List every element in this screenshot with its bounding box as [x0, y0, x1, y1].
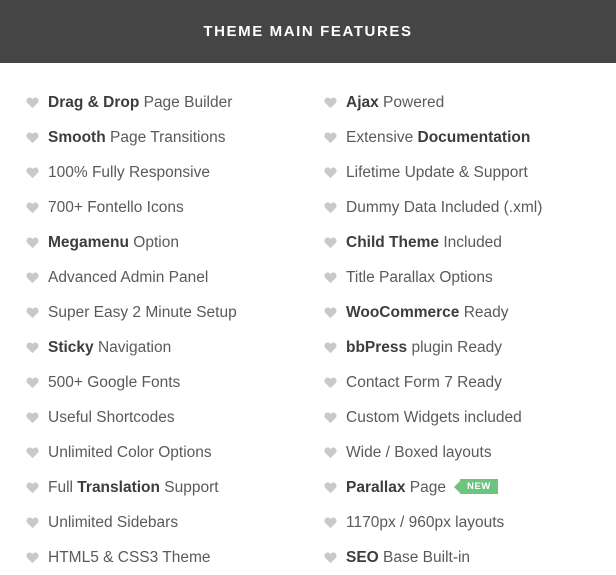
heart-icon	[26, 411, 39, 424]
heart-icon	[26, 96, 39, 109]
heart-icon	[26, 551, 39, 564]
feature-item: Megamenu Option	[26, 225, 302, 260]
feature-label: Extensive Documentation	[346, 128, 531, 146]
feature-item: Useful Shortcodes	[26, 400, 302, 435]
feature-item: Wide / Boxed layouts	[324, 435, 616, 470]
feature-label: bbPress plugin Ready	[346, 338, 502, 356]
features-columns: Drag & Drop Page Builder Smooth Page Tran…	[0, 63, 616, 575]
feature-item: Child Theme Included	[324, 225, 616, 260]
heart-icon	[324, 201, 337, 214]
feature-item: Dummy Data Included (.xml)	[324, 190, 616, 225]
feature-label: Unlimited Color Options	[48, 443, 212, 461]
feature-item: Ajax Powered	[324, 85, 616, 120]
feature-label: Ajax Powered	[346, 93, 445, 111]
feature-item: Lifetime Update & Support	[324, 155, 616, 190]
heart-icon	[26, 131, 39, 144]
heart-icon	[324, 131, 337, 144]
heart-icon	[324, 306, 337, 319]
heart-icon	[324, 236, 337, 249]
heart-icon	[26, 236, 39, 249]
feature-item: Title Parallax Options	[324, 260, 616, 295]
heart-icon	[324, 96, 337, 109]
feature-item: Custom Widgets included	[324, 400, 616, 435]
features-column-right: Ajax Powered Extensive Documentation Lifet…	[302, 85, 616, 575]
feature-label: Megamenu Option	[48, 233, 179, 251]
feature-label: Full Translation Support	[48, 478, 219, 496]
feature-item: Super Easy 2 Minute Setup	[26, 295, 302, 330]
heart-icon	[324, 376, 337, 389]
feature-item: Unlimited Color Options	[26, 435, 302, 470]
feature-item: Smooth Page Transitions	[26, 120, 302, 155]
feature-label: Advanced Admin Panel	[48, 268, 209, 286]
page-title: THEME MAIN FEATURES	[203, 23, 413, 40]
heart-icon	[26, 341, 39, 354]
heart-icon	[324, 446, 337, 459]
feature-label: Dummy Data Included (.xml)	[346, 198, 543, 216]
heart-icon	[26, 446, 39, 459]
features-column-left: Drag & Drop Page Builder Smooth Page Tran…	[0, 85, 302, 575]
theme-features-panel: THEME MAIN FEATURES Drag & Drop Page Bui…	[0, 0, 616, 565]
feature-label: Smooth Page Transitions	[48, 128, 226, 146]
feature-label: Wide / Boxed layouts	[346, 443, 492, 461]
heart-icon	[26, 201, 39, 214]
feature-item: HTML5 & CSS3 Theme	[26, 540, 302, 575]
heart-icon	[26, 166, 39, 179]
feature-label: Super Easy 2 Minute Setup	[48, 303, 237, 321]
feature-label: WooCommerce Ready	[346, 303, 509, 321]
heart-icon	[324, 341, 337, 354]
new-badge: NEW	[459, 478, 498, 495]
feature-label: Sticky Navigation	[48, 338, 172, 356]
heart-icon	[324, 271, 337, 284]
feature-item: SEO Base Built-in	[324, 540, 616, 575]
feature-item: bbPress plugin Ready	[324, 330, 616, 365]
feature-label: Contact Form 7 Ready	[346, 373, 502, 391]
feature-label: Parallax Page	[346, 478, 446, 496]
feature-item: 500+ Google Fonts	[26, 365, 302, 400]
heart-icon	[324, 481, 337, 494]
feature-label: 700+ Fontello Icons	[48, 198, 184, 216]
feature-item: Full Translation Support	[26, 470, 302, 505]
feature-item: Advanced Admin Panel	[26, 260, 302, 295]
feature-label: Title Parallax Options	[346, 268, 493, 286]
feature-label: Useful Shortcodes	[48, 408, 175, 426]
feature-label: Drag & Drop Page Builder	[48, 93, 233, 111]
feature-item: Parallax Page NEW	[324, 470, 616, 505]
feature-item: 700+ Fontello Icons	[26, 190, 302, 225]
feature-item: WooCommerce Ready	[324, 295, 616, 330]
feature-item: Sticky Navigation	[26, 330, 302, 365]
feature-label: SEO Base Built-in	[346, 548, 471, 566]
feature-label: 500+ Google Fonts	[48, 373, 181, 391]
heart-icon	[324, 166, 337, 179]
heart-icon	[26, 271, 39, 284]
feature-item: 100% Fully Responsive	[26, 155, 302, 190]
feature-label: Child Theme Included	[346, 233, 502, 251]
feature-item: Drag & Drop Page Builder	[26, 85, 302, 120]
feature-label: 100% Fully Responsive	[48, 163, 210, 181]
feature-label: HTML5 & CSS3 Theme	[48, 548, 211, 566]
heart-icon	[26, 306, 39, 319]
feature-label: Custom Widgets included	[346, 408, 522, 426]
feature-item: Contact Form 7 Ready	[324, 365, 616, 400]
panel-header: THEME MAIN FEATURES	[0, 0, 616, 63]
heart-icon	[26, 481, 39, 494]
heart-icon	[324, 411, 337, 424]
heart-icon	[26, 376, 39, 389]
heart-icon	[324, 551, 337, 564]
feature-label: Lifetime Update & Support	[346, 163, 528, 181]
feature-item: Extensive Documentation	[324, 120, 616, 155]
